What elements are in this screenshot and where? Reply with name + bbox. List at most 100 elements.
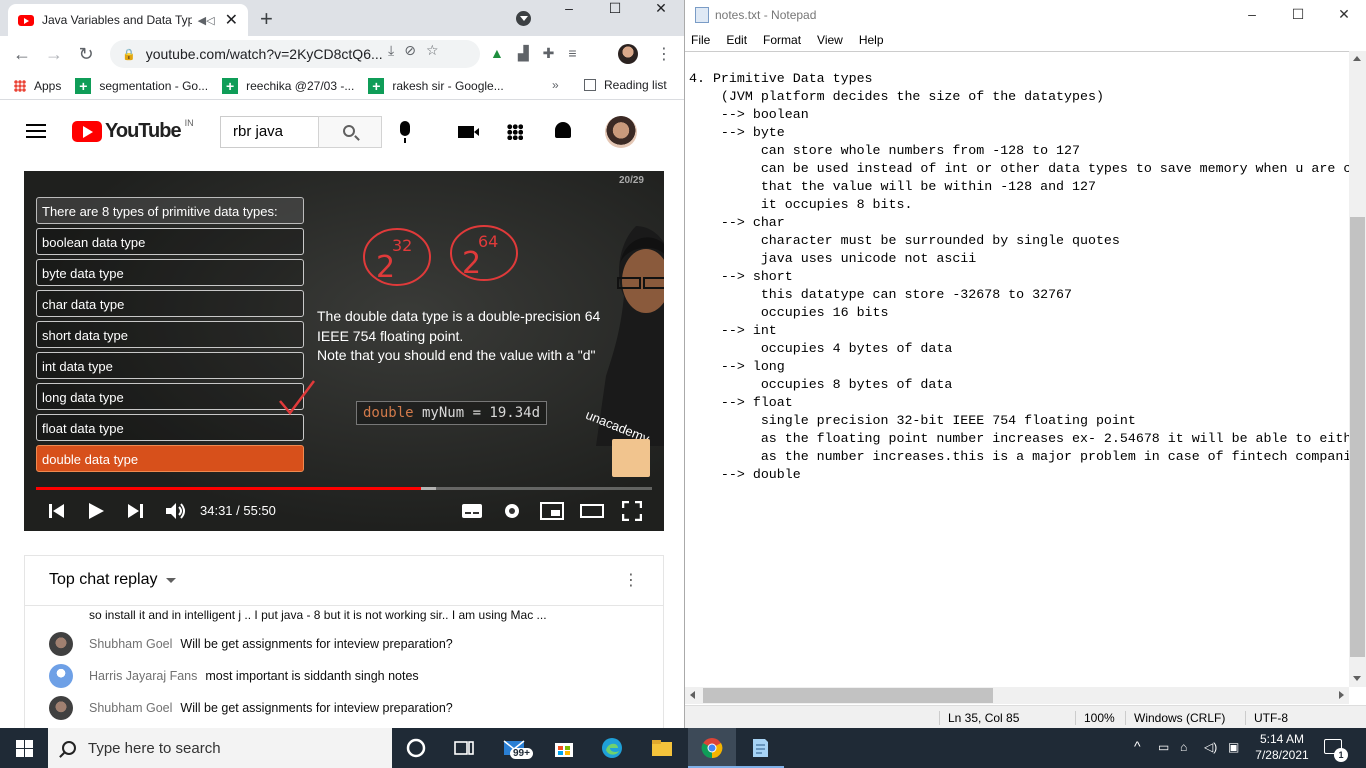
bookmark-segmentation[interactable]: + segmentation - Go... xyxy=(75,77,208,94)
bookmark-rakesh[interactable]: + rakesh sir - Google... xyxy=(368,77,504,94)
minimize-button[interactable]: – xyxy=(1229,6,1275,22)
menu-edit[interactable]: Edit xyxy=(726,30,747,50)
bookmark-star-icon[interactable]: ☆ xyxy=(426,42,439,59)
close-window-button[interactable]: ✕ xyxy=(638,0,684,16)
chat-title[interactable]: Top chat replay xyxy=(49,571,158,589)
taskbar-search-input[interactable]: Type here to search xyxy=(48,728,392,768)
profile-avatar[interactable] xyxy=(618,44,638,64)
play-icon[interactable] xyxy=(86,501,106,521)
chat-author[interactable]: Shubham Goel xyxy=(89,637,172,651)
tab-search-icon[interactable] xyxy=(516,11,531,26)
notifications-bell-icon[interactable] xyxy=(555,122,571,138)
horizontal-scrollbar[interactable] xyxy=(685,687,1349,704)
captions-icon[interactable] xyxy=(461,501,483,521)
reading-list-label: Reading list xyxy=(604,78,667,92)
code-sample: double myNum = 19.34d xyxy=(356,401,548,425)
search-input[interactable]: rbr java xyxy=(220,116,318,148)
avatar[interactable] xyxy=(49,696,73,720)
chat-menu-icon[interactable]: ⋮ xyxy=(623,570,639,590)
menu-hamburger-icon[interactable] xyxy=(26,124,46,138)
video-player[interactable]: 20/29 There are 8 types of primitive dat… xyxy=(24,171,664,531)
notepad-taskbar-icon[interactable] xyxy=(748,736,772,760)
scroll-left-icon[interactable] xyxy=(690,691,695,699)
miniplayer-icon[interactable] xyxy=(540,501,564,521)
microphone-icon[interactable] xyxy=(400,121,410,143)
document-content[interactable]: 4. Primitive Data types (JVM platform de… xyxy=(685,52,1349,484)
start-button[interactable] xyxy=(0,728,48,768)
fullscreen-icon[interactable] xyxy=(622,501,642,521)
new-tab-button[interactable]: + xyxy=(260,6,273,32)
bookmark-label: reechika @27/03 -... xyxy=(246,78,355,93)
menu-help[interactable]: Help xyxy=(859,30,884,50)
next-icon[interactable] xyxy=(126,501,144,521)
maximize-button[interactable]: ☐ xyxy=(1275,6,1321,23)
chat-text: Will be get assignments for inteview pre… xyxy=(180,637,453,651)
bookmark-reechika[interactable]: + reechika @27/03 -... xyxy=(222,77,355,94)
media-control-icon[interactable]: ≡ xyxy=(568,45,576,62)
tray-overflow-icon[interactable]: ^ xyxy=(1134,738,1141,754)
bookmarks-overflow-button[interactable]: » xyxy=(552,78,559,92)
theater-mode-icon[interactable] xyxy=(580,501,604,521)
tab-close-button[interactable]: ✕ xyxy=(225,10,238,30)
checkmark-annotation xyxy=(279,380,315,416)
tab-strip: Java Variables and Data Types in Java | … xyxy=(0,0,684,36)
chat-author[interactable]: Shubham Goel xyxy=(89,701,172,715)
tab-youtube[interactable]: Java Variables and Data Types in Java | … xyxy=(8,4,248,36)
scroll-thumb[interactable] xyxy=(703,688,993,703)
windows-logo-icon xyxy=(16,740,24,748)
task-view-icon[interactable] xyxy=(452,736,476,760)
cortana-icon[interactable] xyxy=(404,736,428,760)
browser-toolbar: ← → ↻ 🔒 youtube.com/watch?v=2KyCD8ctQ6..… xyxy=(0,36,684,72)
taskbar-clock[interactable]: 5:14 AM 7/28/2021 xyxy=(1250,731,1314,763)
avatar[interactable] xyxy=(49,632,73,656)
scroll-up-icon[interactable] xyxy=(1353,56,1361,61)
close-window-button[interactable]: ✕ xyxy=(1321,6,1366,23)
volume-icon[interactable] xyxy=(164,501,188,521)
youtube-account-avatar[interactable] xyxy=(605,116,637,148)
youtube-logo[interactable]: YouTube IN xyxy=(72,118,194,143)
store-icon[interactable] xyxy=(552,736,576,760)
math-exponent: 32 xyxy=(392,236,412,255)
input-indicator-icon[interactable]: ▣ xyxy=(1228,740,1239,754)
tab-audio-icon[interactable]: ◀◁ xyxy=(198,14,215,27)
previous-icon[interactable] xyxy=(48,501,66,521)
youtube-header: YouTube IN rbr java xyxy=(0,100,684,162)
settings-gear-icon[interactable] xyxy=(502,501,522,521)
scroll-right-icon[interactable] xyxy=(1339,691,1344,699)
text-editor[interactable]: 4. Primitive Data types (JVM platform de… xyxy=(685,51,1349,687)
apps-grid-icon xyxy=(14,79,26,92)
bookmark-apps[interactable]: Apps xyxy=(14,79,61,93)
create-video-icon[interactable] xyxy=(458,126,479,138)
chat-author[interactable]: Harris Jayaraj Fans xyxy=(89,669,197,683)
menu-format[interactable]: Format xyxy=(763,30,801,50)
meet-now-icon[interactable]: ▭ xyxy=(1158,740,1169,754)
video-progress-bar[interactable] xyxy=(36,487,652,490)
menu-file[interactable]: File xyxy=(691,30,710,50)
chevron-down-icon[interactable] xyxy=(166,578,176,583)
network-icon[interactable]: ⌂ xyxy=(1180,740,1187,754)
youtube-apps-icon[interactable] xyxy=(507,124,523,140)
chrome-menu-icon[interactable]: ⋮ xyxy=(656,44,672,64)
volume-tray-icon[interactable]: ◁) xyxy=(1204,740,1217,754)
extensions-puzzle-icon[interactable]: ✚ xyxy=(543,45,555,62)
avatar[interactable] xyxy=(49,664,73,688)
back-icon[interactable]: ← xyxy=(6,44,38,65)
lock-icon[interactable]: 🔒 xyxy=(122,48,136,61)
search-button[interactable] xyxy=(318,116,382,148)
reload-icon[interactable]: ↻ xyxy=(70,44,102,65)
scroll-thumb[interactable] xyxy=(1350,217,1365,657)
file-explorer-icon[interactable] xyxy=(650,736,674,760)
menu-view[interactable]: View xyxy=(817,30,843,50)
eye-slash-icon[interactable]: ⊘ xyxy=(404,42,416,59)
vertical-scrollbar[interactable] xyxy=(1349,51,1366,687)
reading-list-button[interactable]: Reading list xyxy=(584,78,667,92)
chart-extension-icon[interactable]: ▟ xyxy=(518,45,529,62)
install-icon[interactable]: ⤓ xyxy=(388,42,394,59)
chrome-icon[interactable] xyxy=(700,736,724,760)
maximize-button[interactable]: ☐ xyxy=(592,0,638,16)
drive-extension-icon[interactable]: ▲ xyxy=(490,45,504,62)
minimize-button[interactable]: – xyxy=(546,0,592,16)
edge-icon[interactable] xyxy=(600,736,624,760)
scroll-down-icon[interactable] xyxy=(1353,676,1361,681)
forward-icon[interactable]: → xyxy=(38,44,70,65)
